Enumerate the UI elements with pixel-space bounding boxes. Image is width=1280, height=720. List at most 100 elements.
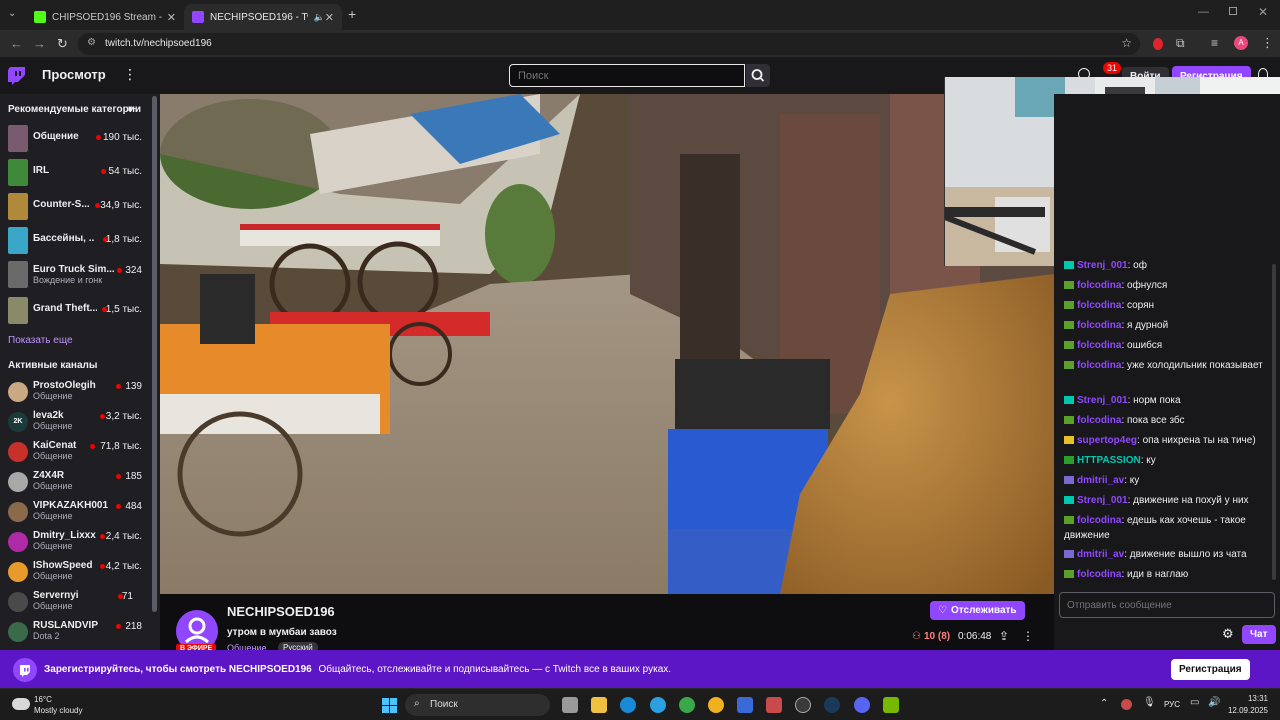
chat-message: folcodina: едешь как хочешь - такое движ… bbox=[1064, 513, 1276, 543]
tray-app-icon[interactable] bbox=[1121, 699, 1132, 710]
channel-item-ruslandvip[interactable]: RUSLANDVIP Dota 2 218 bbox=[8, 620, 146, 650]
show-more-link[interactable]: Показать еще bbox=[8, 335, 73, 346]
chat-username[interactable]: HTTPASSION bbox=[1077, 455, 1141, 466]
chat-username[interactable]: Strenj_001 bbox=[1077, 395, 1128, 406]
chat-username[interactable]: folcodina bbox=[1077, 300, 1121, 311]
channel-name[interactable]: NECHIPSOED196 bbox=[227, 604, 335, 619]
live-dot-icon bbox=[100, 564, 105, 569]
tab-chipsoed-stream[interactable]: CHIPSOED196 Stream - Watch ✕ bbox=[26, 4, 184, 30]
chat-username[interactable]: supertop4eg bbox=[1077, 435, 1137, 446]
chat-username[interactable]: Strenj_001 bbox=[1077, 495, 1128, 506]
search-input[interactable] bbox=[509, 64, 745, 87]
avatar bbox=[8, 622, 28, 642]
taskbar-search[interactable]: ⌕ Поиск bbox=[405, 694, 550, 716]
tray-overflow-icon[interactable]: ⌃ bbox=[1100, 698, 1108, 709]
more-options-icon[interactable]: ⋮ bbox=[1022, 629, 1034, 643]
file-explorer-icon[interactable] bbox=[591, 697, 607, 713]
extensions-puzzle-icon[interactable]: ⧉ bbox=[1176, 36, 1185, 51]
channel-item-servernyi[interactable]: Servernyi Общение 71 bbox=[8, 590, 146, 620]
tab-nechipsoed-twitch[interactable]: NECHIPSOED196 - Twitch 🔈 ✕ bbox=[184, 4, 342, 30]
reading-list-icon[interactable]: ≡ bbox=[1211, 36, 1218, 50]
close-tab-icon[interactable]: ✕ bbox=[325, 11, 334, 24]
stats-app-icon[interactable] bbox=[737, 697, 753, 713]
channel-item-vipkazakh001[interactable]: VIPKAZAKH001 Общение 484 bbox=[8, 500, 146, 530]
chat-settings-gear-icon[interactable]: ⚙ bbox=[1222, 626, 1234, 642]
network-icon[interactable]: ▭ bbox=[1190, 697, 1199, 708]
chat-username[interactable]: folcodina bbox=[1077, 320, 1121, 331]
close-window-icon[interactable]: ✕ bbox=[1258, 5, 1268, 19]
clock-time[interactable]: 13:31 bbox=[1232, 694, 1268, 703]
site-info-icon[interactable]: ⚙ bbox=[87, 37, 96, 48]
extension-red-icon[interactable] bbox=[1153, 38, 1163, 50]
tab-list-chevron-icon[interactable]: ⌄ bbox=[8, 8, 16, 19]
channel-item-z4x4r[interactable]: Z4X4R Общение 185 bbox=[8, 470, 146, 500]
weather-cloud-icon[interactable] bbox=[12, 698, 30, 710]
sidebar-scrollbar[interactable] bbox=[152, 96, 157, 612]
search-button[interactable] bbox=[746, 64, 770, 87]
volume-icon[interactable]: 🔊 bbox=[1208, 697, 1220, 708]
channel-item-dmitry-lixxx[interactable]: Dmitry_Lixxx Общение 2,4 тыс. bbox=[8, 530, 146, 560]
restore-icon[interactable] bbox=[1229, 7, 1237, 15]
task-view-icon[interactable] bbox=[562, 697, 578, 713]
chat-input[interactable] bbox=[1059, 592, 1275, 618]
chat-username[interactable]: Strenj_001 bbox=[1077, 260, 1128, 271]
microphone-icon[interactable]: 🎙 bbox=[1143, 697, 1156, 708]
browser-menu-icon[interactable]: ⋮ bbox=[1261, 35, 1274, 51]
channel-item-leva2k[interactable]: 2K leva2k Общение 3,2 тыс. bbox=[8, 410, 146, 440]
banner-register-button[interactable]: Регистрация bbox=[1171, 659, 1250, 680]
category-item-irl[interactable]: IRL 54 тыс. bbox=[8, 159, 146, 189]
collapse-sidebar-icon[interactable]: ⇤ bbox=[128, 102, 137, 115]
chat-username[interactable]: folcodina bbox=[1077, 360, 1121, 371]
windows-start-icon[interactable] bbox=[382, 698, 397, 713]
language-indicator[interactable]: РУС bbox=[1164, 700, 1180, 709]
category-item-pools[interactable]: Бассейны, ... 1,8 тыс. bbox=[8, 227, 146, 257]
channel-item-kaicenat[interactable]: KaiCenat Общение 71,8 тыс. bbox=[8, 440, 146, 470]
bookmark-star-icon[interactable]: ☆ bbox=[1121, 36, 1132, 50]
category-item-obshchenie[interactable]: Общение 190 тыс. bbox=[8, 125, 146, 155]
twitch-glitch-logo-icon[interactable] bbox=[8, 67, 25, 85]
chat-username[interactable]: folcodina bbox=[1077, 415, 1121, 426]
chat-username[interactable]: folcodina bbox=[1077, 569, 1121, 580]
telegram-icon[interactable] bbox=[650, 697, 666, 713]
back-icon[interactable]: ← bbox=[10, 36, 23, 51]
left-sidebar: Рекомендуемые категории ⇤ Общение 190 ты… bbox=[0, 94, 160, 650]
media-app-icon[interactable] bbox=[766, 697, 782, 713]
clock-date[interactable]: 12.09.2025 bbox=[1222, 706, 1268, 715]
profile-avatar[interactable]: A bbox=[1234, 36, 1248, 50]
chrome-icon[interactable] bbox=[679, 697, 695, 713]
nvidia-icon[interactable] bbox=[883, 697, 899, 713]
steam-icon[interactable] bbox=[824, 697, 840, 713]
close-tab-icon[interactable]: ✕ bbox=[167, 11, 176, 24]
obs-icon[interactable] bbox=[795, 697, 811, 713]
search-icon bbox=[751, 69, 765, 82]
more-menu-icon[interactable]: ⋮ bbox=[123, 66, 137, 83]
live-dot-icon bbox=[96, 135, 101, 140]
twitch-glitch-banner-icon bbox=[13, 658, 37, 682]
chat-username[interactable]: folcodina bbox=[1077, 515, 1121, 526]
chat-scrollbar[interactable] bbox=[1272, 264, 1276, 580]
sub-badge-icon bbox=[1064, 550, 1074, 558]
channel-item-ishowspeed[interactable]: IShowSpeed Общение 4,2 тыс. bbox=[8, 560, 146, 590]
reload-icon[interactable]: ↻ bbox=[57, 36, 68, 52]
minimize-icon[interactable]: — bbox=[1198, 6, 1209, 18]
new-tab-icon[interactable]: + bbox=[348, 6, 356, 22]
norton-icon[interactable] bbox=[708, 697, 724, 713]
category-item-gta[interactable]: Grand Theft... 1,5 тыс. bbox=[8, 297, 146, 327]
discord-icon[interactable] bbox=[854, 697, 870, 713]
forward-icon[interactable]: → bbox=[33, 36, 46, 51]
category-item-counter-strike[interactable]: Counter-S... 34,9 тыс. bbox=[8, 193, 146, 223]
url-bar[interactable]: ⚙ twitch.tv/nechipsoed196 ☆ bbox=[78, 33, 1140, 55]
speaker-icon[interactable]: 🔈 bbox=[314, 12, 325, 23]
browse-link[interactable]: Просмотр bbox=[42, 67, 106, 82]
category-item-euro-truck[interactable]: Euro Truck Sim... Вождение и гонк 324 bbox=[8, 261, 146, 291]
channel-item-prostoolegih[interactable]: ProstoOlegih Общение 139 bbox=[8, 380, 146, 410]
chat-username[interactable]: folcodina bbox=[1077, 280, 1121, 291]
share-icon[interactable]: ⇪ bbox=[999, 629, 1009, 643]
edge-icon[interactable] bbox=[620, 697, 636, 713]
follow-button[interactable]: ♡ Отслеживать bbox=[930, 601, 1025, 620]
chat-send-button[interactable]: Чат bbox=[1242, 625, 1276, 644]
video-player[interactable] bbox=[160, 94, 1054, 594]
chat-username[interactable]: dmitrii_av bbox=[1077, 475, 1124, 486]
chat-username[interactable]: dmitrii_av bbox=[1077, 549, 1124, 560]
chat-username[interactable]: folcodina bbox=[1077, 340, 1121, 351]
